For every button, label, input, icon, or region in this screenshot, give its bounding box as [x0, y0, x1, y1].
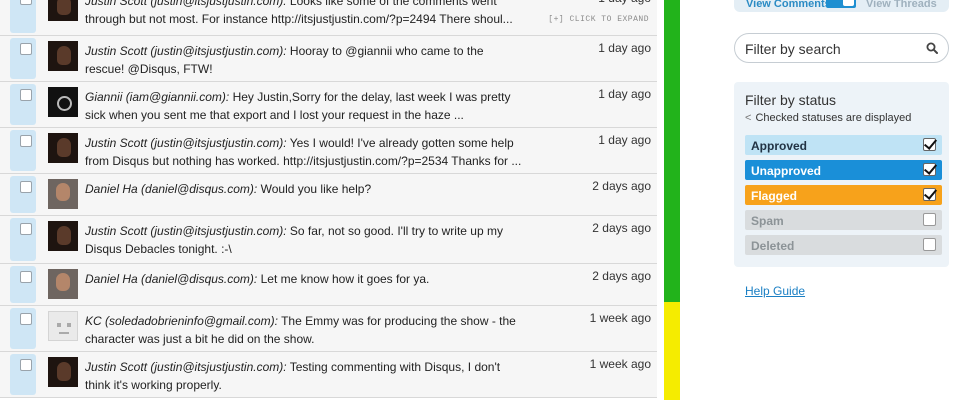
comment-row[interactable]: Justin Scott (justin@itsjustjustin.com):… — [0, 0, 657, 36]
avatar-photo-dark — [48, 357, 78, 387]
comment-checkbox[interactable] — [20, 0, 32, 5]
comment-text: Daniel Ha (daniel@disqus.com): Let me kn… — [85, 270, 525, 288]
status-filter-unapproved[interactable]: Unapproved — [745, 160, 942, 180]
help-guide-link[interactable]: Help Guide — [745, 284, 805, 298]
filter-hint-text: Checked statuses are displayed — [755, 112, 912, 124]
status-checkbox[interactable] — [923, 238, 936, 251]
comment-text: Justin Scott (justin@itsjustjustin.com):… — [85, 358, 525, 394]
expand-comment-link[interactable]: [+] CLICK TO EXPAND — [548, 15, 649, 24]
comment-author[interactable]: Daniel Ha (daniel@disqus.com): — [85, 272, 257, 286]
comment-checkbox[interactable] — [20, 135, 32, 147]
status-color-bar — [664, 0, 680, 400]
status-filter-deleted[interactable]: Deleted — [745, 235, 942, 255]
comment-checkbox[interactable] — [20, 359, 32, 371]
comment-author[interactable]: Justin Scott (justin@itsjustjustin.com): — [85, 0, 287, 8]
status-bar-pending-segment — [664, 302, 680, 400]
status-filter-approved[interactable]: Approved — [745, 135, 942, 155]
comment-row[interactable]: Justin Scott (justin@itsjustjustin.com):… — [0, 352, 657, 398]
comment-row[interactable]: Giannii (iam@giannii.com): Hey Justin,So… — [0, 82, 657, 128]
comment-text: Justin Scott (justin@itsjustjustin.com):… — [85, 134, 525, 170]
comment-author[interactable]: Daniel Ha (daniel@disqus.com): — [85, 182, 257, 196]
avatar-photo — [48, 179, 78, 209]
status-checkbox[interactable] — [923, 138, 936, 151]
comment-checkbox[interactable] — [20, 271, 32, 283]
comment-text: KC (soledadobrieninfo@gmail.com): The Em… — [85, 312, 525, 348]
status-label: Approved — [751, 139, 808, 153]
view-threads-link[interactable]: View Threads — [866, 0, 937, 10]
comment-row[interactable]: Daniel Ha (daniel@disqus.com): Would you… — [0, 174, 657, 216]
comment-timestamp[interactable]: 1 week ago — [590, 357, 651, 371]
comment-checkbox[interactable] — [20, 313, 32, 325]
view-toggle: View Comments View Threads — [734, 0, 949, 12]
comment-list: Justin Scott (justin@itsjustjustin.com):… — [0, 0, 657, 398]
status-checkbox[interactable] — [923, 188, 936, 201]
avatar-photo — [48, 269, 78, 299]
comment-author[interactable]: Giannii (iam@giannii.com): — [85, 90, 229, 104]
status-label: Flagged — [751, 189, 798, 203]
comment-text: Justin Scott (justin@itsjustjustin.com):… — [85, 0, 525, 28]
status-filter-spam[interactable]: Spam — [745, 210, 942, 230]
comment-text: Daniel Ha (daniel@disqus.com): Would you… — [85, 180, 525, 198]
status-checkbox[interactable] — [923, 163, 936, 176]
status-label: Unapproved — [751, 164, 822, 178]
comment-author[interactable]: KC (soledadobrieninfo@gmail.com): — [85, 314, 278, 328]
comment-timestamp[interactable]: 1 day ago — [598, 41, 651, 55]
avatar-default — [48, 311, 78, 341]
status-label: Deleted — [751, 239, 795, 253]
comment-row[interactable]: Justin Scott (justin@itsjustjustin.com):… — [0, 36, 657, 82]
view-toggle-switch[interactable] — [826, 0, 856, 8]
comment-timestamp[interactable]: 2 days ago — [592, 221, 651, 235]
view-comments-link[interactable]: View Comments — [746, 0, 831, 10]
filter-title: Filter by status — [745, 92, 837, 108]
comment-body: Would you like help? — [260, 182, 372, 196]
status-checkbox[interactable] — [923, 213, 936, 226]
status-filter-flagged[interactable]: Flagged — [745, 185, 942, 205]
avatar-photo-dark — [48, 221, 78, 251]
chevron-left-icon: < — [745, 112, 752, 124]
comment-author[interactable]: Justin Scott (justin@itsjustjustin.com): — [85, 44, 287, 58]
avatar-gravatar — [48, 87, 78, 117]
comment-timestamp[interactable]: 1 day ago — [598, 87, 651, 101]
search-icon[interactable] — [926, 42, 938, 54]
status-label: Spam — [751, 214, 784, 228]
comment-author[interactable]: Justin Scott (justin@itsjustjustin.com): — [85, 360, 287, 374]
comment-author[interactable]: Justin Scott (justin@itsjustjustin.com): — [85, 136, 287, 150]
comment-text: Justin Scott (justin@itsjustjustin.com):… — [85, 42, 525, 78]
comment-text: Justin Scott (justin@itsjustjustin.com):… — [85, 222, 525, 258]
comment-row[interactable]: KC (soledadobrieninfo@gmail.com): The Em… — [0, 306, 657, 352]
status-bar-approved-segment — [664, 0, 680, 302]
avatar-photo-dark — [48, 0, 78, 21]
comment-author[interactable]: Justin Scott (justin@itsjustjustin.com): — [85, 224, 287, 238]
status-filter-panel: Filter by status < Checked statuses are d… — [734, 82, 949, 267]
search-input[interactable] — [745, 40, 915, 58]
comment-row[interactable]: Daniel Ha (daniel@disqus.com): Let me kn… — [0, 264, 657, 306]
comment-checkbox[interactable] — [20, 43, 32, 55]
comment-checkbox[interactable] — [20, 223, 32, 235]
comment-checkbox[interactable] — [20, 181, 32, 193]
comment-timestamp[interactable]: 1 day ago — [598, 0, 651, 5]
avatar-photo-dark — [48, 133, 78, 163]
comment-body: Let me know how it goes for ya. — [260, 272, 430, 286]
comment-timestamp[interactable]: 1 week ago — [590, 311, 651, 325]
comment-timestamp[interactable]: 2 days ago — [592, 179, 651, 193]
comment-checkbox[interactable] — [20, 89, 32, 101]
comment-row[interactable]: Justin Scott (justin@itsjustjustin.com):… — [0, 128, 657, 174]
comment-row[interactable]: Justin Scott (justin@itsjustjustin.com):… — [0, 216, 657, 264]
comment-timestamp[interactable]: 2 days ago — [592, 269, 651, 283]
comment-text: Giannii (iam@giannii.com): Hey Justin,So… — [85, 88, 525, 124]
comment-timestamp[interactable]: 1 day ago — [598, 133, 651, 147]
filter-hint: < Checked statuses are displayed — [745, 112, 911, 124]
search-box — [734, 33, 949, 63]
avatar-photo-dark — [48, 41, 78, 71]
